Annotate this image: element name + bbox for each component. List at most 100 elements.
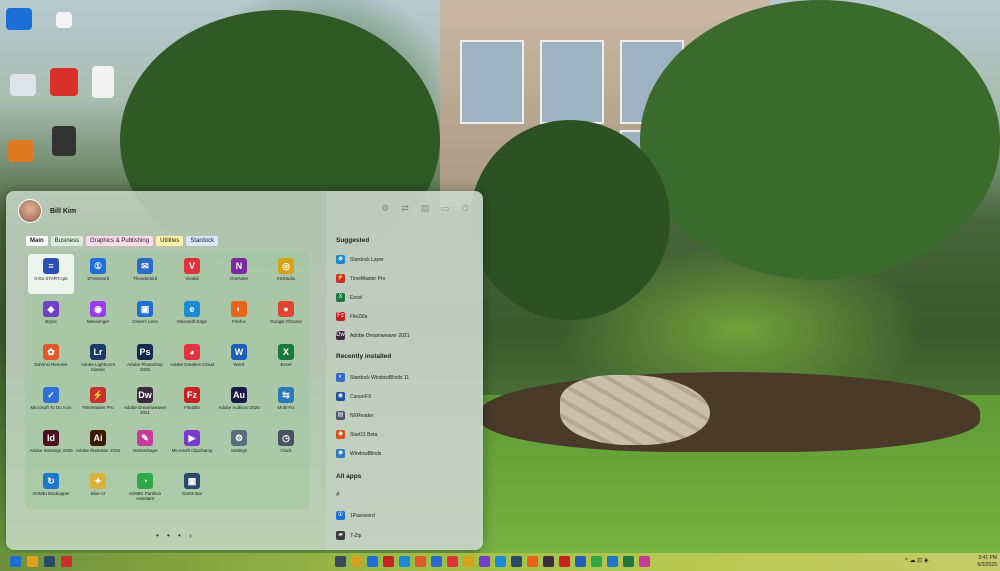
app-tile[interactable]: Id Adobe InDesign 2025 <box>28 426 74 466</box>
app-tile[interactable]: ① 1Password <box>75 254 121 294</box>
app-11-icon[interactable] <box>495 556 506 567</box>
recent-item[interactable]: ◐ Stardock WindowBlinds 11 <box>336 373 409 382</box>
recent-item[interactable]: ◆ Start11 Beta <box>336 430 377 439</box>
app-12-icon[interactable] <box>511 556 522 567</box>
desktop-calendar-icon[interactable] <box>50 68 78 96</box>
apps-icon[interactable] <box>61 556 72 567</box>
app-tile[interactable]: Ps Adobe Photoshop 2025 <box>122 340 168 380</box>
app-15-icon[interactable] <box>559 556 570 567</box>
app-tile[interactable]: ▣ Cheers Lens <box>122 297 168 337</box>
app-2-icon[interactable] <box>351 556 362 567</box>
desktop-chrome-icon[interactable] <box>10 74 36 96</box>
monitor-icon[interactable] <box>44 556 55 567</box>
page-indicator[interactable]: • • • › <box>156 531 195 540</box>
app-19-icon[interactable] <box>623 556 634 567</box>
app-18-icon[interactable] <box>607 556 618 567</box>
app-tile[interactable]: ≡ 0-Do START.cpb <box>28 254 74 294</box>
app-tile[interactable]: ✓ Microsoft To Do Icon <box>28 383 74 423</box>
app-7-icon[interactable] <box>431 556 442 567</box>
desktop-folder-icon[interactable] <box>8 140 34 162</box>
app-tile[interactable]: ▶ Microsoft Clipchamp <box>169 426 215 466</box>
app-tile[interactable]: ◎ VSStudio <box>263 254 309 294</box>
app-3-icon[interactable] <box>367 556 378 567</box>
suggested-item[interactable]: Dw Adobe Dreamweaver 2021 <box>336 331 409 340</box>
app-13-icon[interactable] <box>527 556 538 567</box>
suggested-item[interactable]: ◆ Stardock Layer <box>336 255 384 264</box>
app-label: Google Chrome <box>270 319 302 324</box>
app-tile[interactable]: ⚡ TimeMaster Pro <box>75 383 121 423</box>
recent-icon: ◉ <box>336 392 345 401</box>
desktop-edge-icon[interactable] <box>6 8 32 30</box>
start-menu-right-pane: Suggested Recently installed All apps # … <box>326 191 483 550</box>
all-apps-letter[interactable]: # <box>336 491 340 498</box>
system-tray[interactable]: ^ ☁ ⊡ ◈ <box>905 557 928 564</box>
app-tile[interactable]: ✉ Thunderbird <box>122 254 168 294</box>
suggested-item[interactable]: X Excel <box>336 293 362 302</box>
suggested-label: TimeMaster Pro <box>350 275 386 282</box>
app-tile[interactable]: ↻ AOMEI Backupper <box>28 469 74 509</box>
app-16-icon[interactable] <box>575 556 586 567</box>
app-tile[interactable]: V Vivaldi <box>169 254 215 294</box>
app-9-icon[interactable] <box>463 556 474 567</box>
pin-icon[interactable] <box>27 556 38 567</box>
desktop-calculator-icon[interactable] <box>52 126 76 156</box>
recent-item[interactable]: ▤ NXReader <box>336 411 373 420</box>
app-icon: ✿ <box>43 344 59 360</box>
suggested-icon: ◆ <box>336 255 345 264</box>
app-8-icon[interactable] <box>447 556 458 567</box>
app-tile[interactable]: Ai Adobe Illustrator 2025 <box>75 426 121 466</box>
recent-item[interactable]: ◉ CursorFX <box>336 392 371 401</box>
all-apps-item[interactable]: ① 1Password <box>336 511 375 520</box>
app-5-icon[interactable] <box>399 556 410 567</box>
app-14-icon[interactable] <box>543 556 554 567</box>
app-4-icon[interactable] <box>383 556 394 567</box>
user-profile[interactable]: Bill Kim <box>18 199 76 223</box>
app-label: Messenger <box>86 319 110 324</box>
tab-main[interactable]: Main <box>26 236 48 246</box>
app-tile[interactable]: Fz FileZilla <box>169 383 215 423</box>
all-apps-label: 1Password <box>350 512 375 519</box>
app-10-icon[interactable] <box>479 556 490 567</box>
app-tile[interactable]: ✎ Vectorshape <box>122 426 168 466</box>
recent-item[interactable]: ◆ WindowBlinds <box>336 449 381 458</box>
app-6-icon[interactable] <box>415 556 426 567</box>
tab-stardock[interactable]: Stardock <box>186 236 219 246</box>
app-tile[interactable]: e Microsoft Edge <box>169 297 215 337</box>
app-tile[interactable]: ● Google Chrome <box>263 297 309 337</box>
app-label: Thunderbird <box>132 276 158 281</box>
app-tile[interactable]: X Excel <box>263 340 309 380</box>
app-tile[interactable]: ⇆ Multi-Fix <box>263 383 309 423</box>
app-tile[interactable]: ◐ Firefox <box>216 297 262 337</box>
app-tile[interactable]: ✦ Blue AI <box>75 469 121 509</box>
app-tile[interactable]: ✿ DaVinci Resolve <box>28 340 74 380</box>
app-tile[interactable]: ◉ Messenger <box>75 297 121 337</box>
app-icon: ▶ <box>184 430 200 446</box>
app-tile[interactable]: Dw Adobe Dreamweaver 2021 <box>122 383 168 423</box>
desktop-file-icon[interactable] <box>56 12 72 28</box>
app-20-icon[interactable] <box>639 556 650 567</box>
suggested-item[interactable]: ⚡ TimeMaster Pro <box>336 274 385 283</box>
app-tile[interactable]: Lr Adobe Lightroom Classic <box>75 340 121 380</box>
tab-graphics-publishing[interactable]: Graphics & Publishing <box>86 236 154 246</box>
app-tile[interactable]: W Word <box>216 340 262 380</box>
app-tile[interactable]: Au Adobe Audition 2025 <box>216 383 262 423</box>
tab-business[interactable]: Business <box>50 236 84 246</box>
app-1-icon[interactable] <box>335 556 346 567</box>
app-icon: ↻ <box>43 473 59 489</box>
app-tile[interactable]: ⚙ Settings <box>216 426 262 466</box>
all-apps-item[interactable]: ▰ 7-Zip <box>336 531 361 540</box>
app-tile[interactable]: N OneNote <box>216 254 262 294</box>
app-tile[interactable]: ◕ Adobe Creative Cloud <box>169 340 215 380</box>
app-tile[interactable]: ▦ Game Bar <box>169 469 215 509</box>
start-icon[interactable] <box>10 556 21 567</box>
app-label: Multi-Fix <box>277 405 295 410</box>
tab-utilities[interactable]: Utilities <box>156 236 184 246</box>
app-label: Excel <box>280 362 292 367</box>
app-17-icon[interactable] <box>591 556 602 567</box>
suggested-item[interactable]: Fz FileZilla <box>336 312 367 321</box>
app-tile[interactable]: ◔ AOMEI Partition Assistant <box>122 469 168 509</box>
app-tile[interactable]: ◆ Bryce <box>28 297 74 337</box>
app-tile[interactable]: ◷ Clock <box>263 426 309 466</box>
clock[interactable]: 3:41 PM 6/3/2025 <box>965 555 997 569</box>
desktop-document-icon[interactable] <box>92 66 114 98</box>
